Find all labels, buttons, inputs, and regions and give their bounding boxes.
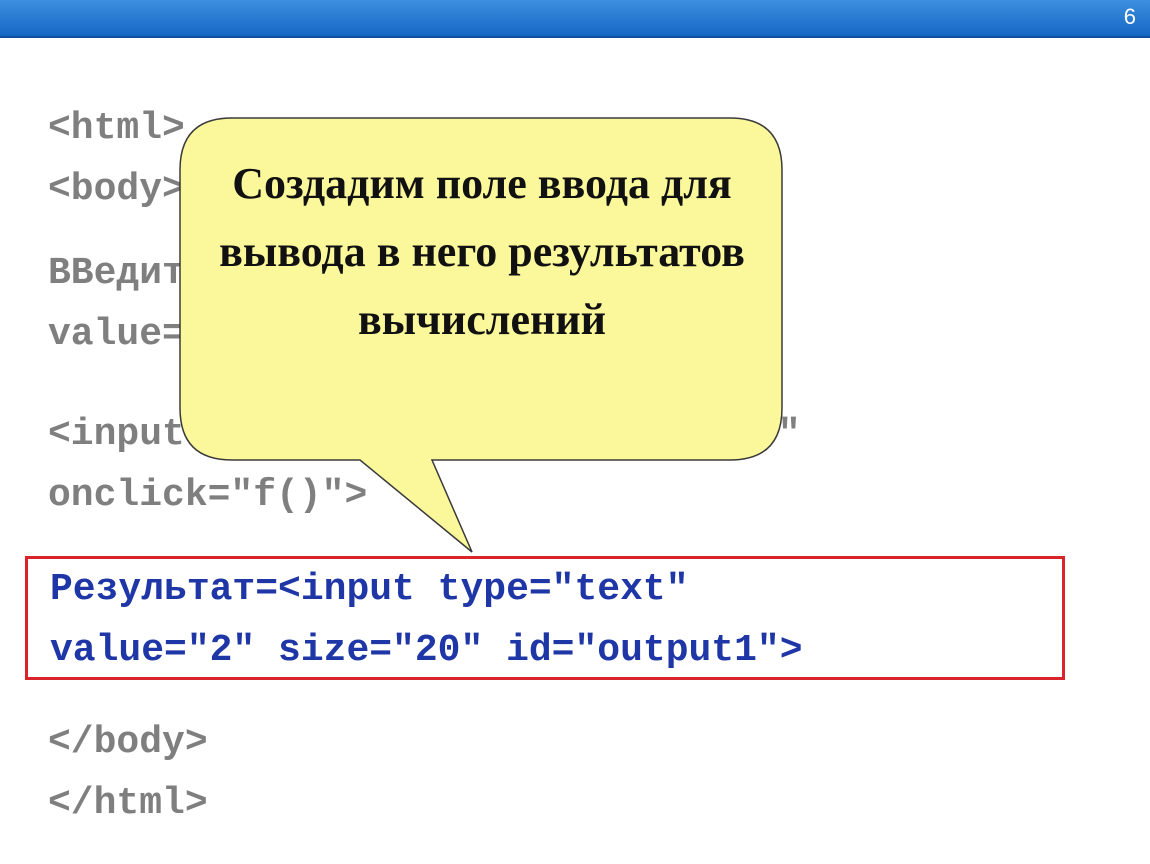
callout-bubble <box>179 117 783 553</box>
callout-text: Создадим поле ввода для вывода в него ре… <box>219 159 745 344</box>
